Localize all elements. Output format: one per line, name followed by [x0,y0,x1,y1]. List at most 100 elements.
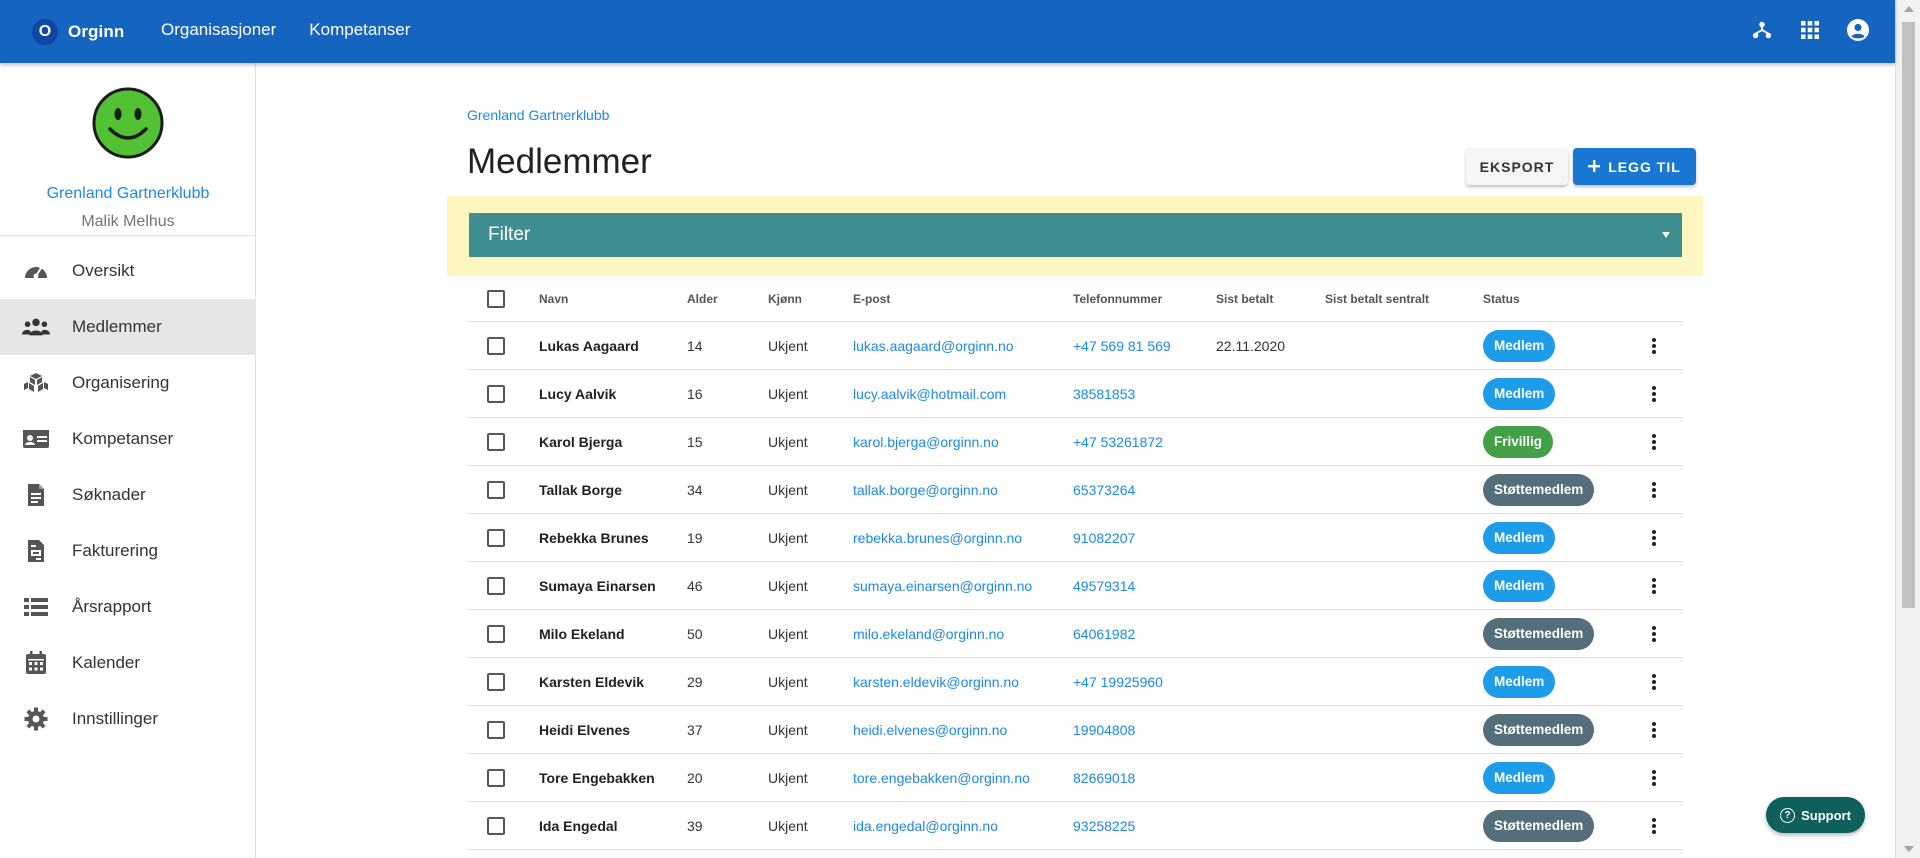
row-more-menu[interactable] [1644,514,1664,561]
row-checkbox[interactable] [487,768,505,787]
sidebar-item-soknader[interactable]: Søknader [0,467,256,523]
member-phone-link[interactable]: 65373264 [1073,466,1135,513]
page-scrollbar[interactable] [1895,0,1920,858]
member-name[interactable]: Ida Engedal [539,802,618,849]
member-email-link[interactable]: heidi.elvenes@orginn.no [853,706,1007,753]
header-email[interactable]: E-post [853,276,890,321]
table-row[interactable]: Karsten Eldevik 29 Ukjent karsten.eldevik@o… [467,658,1684,706]
member-name[interactable]: Tallak Borge [539,466,622,513]
row-more-menu[interactable] [1644,658,1664,705]
row-checkbox[interactable] [487,816,505,835]
brand[interactable]: O Orginn [32,19,124,45]
table-row[interactable]: Rebekka Brunes 19 Ukjent rebekka.brunes@org… [467,514,1684,562]
header-gender[interactable]: Kjønn [768,276,802,321]
header-age[interactable]: Alder [687,276,718,321]
member-phone-link[interactable]: 82669018 [1073,754,1135,801]
member-phone-link[interactable]: 38581853 [1073,370,1135,417]
sidebar-item-fakturering[interactable]: Fakturering [0,523,256,579]
row-more-menu[interactable] [1644,466,1664,513]
member-email-link[interactable]: karsten.eldevik@orginn.no [853,658,1019,705]
sidebar-item-arsrapport[interactable]: Årsrapport [0,579,256,635]
row-checkbox[interactable] [487,528,505,547]
row-more-menu[interactable] [1644,610,1664,657]
header-last-paid-central[interactable]: Sist betalt sentralt [1325,276,1429,321]
row-checkbox[interactable] [487,336,505,355]
table-row[interactable]: Tallak Borge 34 Ukjent tallak.borge@orginn.… [467,466,1684,514]
member-phone-link[interactable]: +47 53261872 [1073,418,1163,465]
row-more-menu[interactable] [1644,754,1664,801]
scroll-up-arrow-icon[interactable] [1904,6,1914,12]
add-member-button[interactable]: LEGG TIL [1573,148,1696,185]
table-row[interactable]: Lukas Aagaard 14 Ukjent lukas.aagaard@orgin… [467,322,1684,370]
row-more-menu[interactable] [1644,418,1664,465]
member-email-link[interactable]: rebekka.brunes@orginn.no [853,514,1022,561]
member-name[interactable]: Lucy Aalvik [539,370,616,417]
row-checkbox[interactable] [487,480,505,499]
row-checkbox[interactable] [487,384,505,403]
nav-kompetanser[interactable]: Kompetanser [309,20,410,40]
member-email-link[interactable]: ida.engedal@orginn.no [853,802,998,849]
header-status[interactable]: Status [1483,276,1520,321]
nav-organisasjoner[interactable]: Organisasjoner [161,20,276,40]
row-checkbox[interactable] [487,576,505,595]
row-checkbox[interactable] [487,432,505,451]
member-name[interactable]: Lukas Aagaard [539,322,639,369]
select-all-checkbox[interactable] [487,289,505,308]
member-name[interactable]: Tore Engebakken [539,754,655,801]
row-more-menu[interactable] [1644,370,1664,417]
member-name[interactable]: Karol Bjerga [539,418,622,465]
export-button[interactable]: EKSPORT [1466,148,1568,185]
member-name[interactable]: Milo Ekeland [539,610,625,657]
member-name[interactable]: Heidi Elvenes [539,706,630,753]
table-row[interactable]: Tore Engebakken 20 Ukjent tore.engebakken@o… [467,754,1684,802]
sidebar-item-kalender[interactable]: Kalender [0,635,256,691]
member-name[interactable]: Rebekka Brunes [539,514,649,561]
member-email-link[interactable]: karol.bjerga@orginn.no [853,418,999,465]
row-checkbox[interactable] [487,672,505,691]
account-circle-icon[interactable] [1845,17,1871,43]
sidebar-item-kompetanser[interactable]: Kompetanser [0,411,256,467]
scroll-down-arrow-icon[interactable] [1904,846,1914,852]
table-row[interactable]: Ida Engedal 39 Ukjent ida.engedal@orginn.no… [467,802,1684,850]
table-row[interactable]: Sumaya Einarsen 46 Ukjent sumaya.einarsen@o… [467,562,1684,610]
member-phone-link[interactable]: 93258225 [1073,802,1135,849]
member-email-link[interactable]: sumaya.einarsen@orginn.no [853,562,1032,609]
row-more-menu[interactable] [1644,706,1664,753]
header-name[interactable]: Navn [539,276,568,321]
member-name[interactable]: Sumaya Einarsen [539,562,656,609]
member-phone-link[interactable]: 64061982 [1073,610,1135,657]
member-email-link[interactable]: milo.ekeland@orginn.no [853,610,1004,657]
member-phone-link[interactable]: 91082207 [1073,514,1135,561]
member-phone-link[interactable]: +47 569 81 569 [1073,322,1171,369]
sidebar-item-innstillinger[interactable]: Innstillinger [0,691,256,747]
row-more-menu[interactable] [1644,802,1664,849]
row-more-menu[interactable] [1644,562,1664,609]
support-button[interactable]: ? Support [1766,797,1865,833]
table-row[interactable]: Heidi Elvenes 37 Ukjent heidi.elvenes@orgin… [467,706,1684,754]
breadcrumb[interactable]: Grenland Gartnerklubb [467,107,609,123]
member-phone-link[interactable]: 19904808 [1073,706,1135,753]
member-email-link[interactable]: tallak.borge@orginn.no [853,466,998,513]
sidebar-item-medlemmer[interactable]: Medlemmer [0,299,256,355]
table-row[interactable]: Karol Bjerga 15 Ukjent karol.bjerga@orginn.… [467,418,1684,466]
row-checkbox[interactable] [487,624,505,643]
sidebar-item-oversikt[interactable]: Oversikt [0,243,256,299]
header-phone[interactable]: Telefonnummer [1073,276,1162,321]
member-phone-link[interactable]: 49579314 [1073,562,1135,609]
table-row[interactable]: Milo Ekeland 50 Ukjent milo.ekeland@orginn.… [467,610,1684,658]
apps-grid-icon[interactable] [1797,17,1823,43]
hierarchy-icon[interactable] [1749,17,1775,43]
member-email-link[interactable]: lukas.aagaard@orginn.no [853,322,1014,369]
sidebar-item-organisering[interactable]: Organisering [0,355,256,411]
sidebar-org-name[interactable]: Grenland Gartnerklubb [0,185,256,203]
filter-expander[interactable]: Filter [469,213,1682,257]
row-checkbox[interactable] [487,720,505,739]
member-phone-link[interactable]: +47 19925960 [1073,658,1163,705]
member-email-link[interactable]: lucy.aalvik@hotmail.com [853,370,1006,417]
member-email-link[interactable]: tore.engebakken@orginn.no [853,754,1030,801]
header-last-paid[interactable]: Sist betalt [1216,276,1273,321]
member-name[interactable]: Karsten Eldevik [539,658,644,705]
table-row[interactable]: Lucy Aalvik 16 Ukjent lucy.aalvik@hotmail.c… [467,370,1684,418]
scroll-thumb[interactable] [1902,22,1915,608]
row-more-menu[interactable] [1644,322,1664,369]
